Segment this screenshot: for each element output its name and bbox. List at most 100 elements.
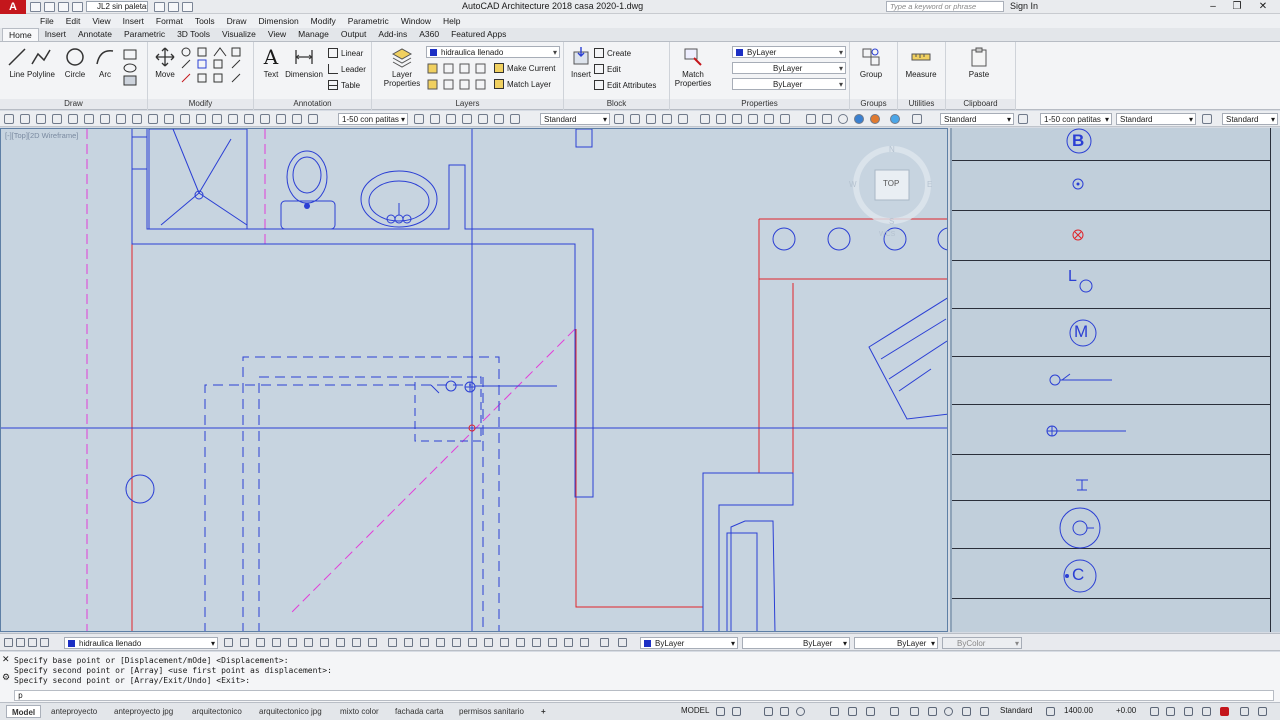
menu-window[interactable]: Window xyxy=(395,16,437,26)
osnap-icon[interactable] xyxy=(796,707,805,716)
workspace-dropdown[interactable]: JL2 sin paletas xyxy=(86,1,148,12)
layer-tool-21-icon[interactable] xyxy=(548,638,557,647)
make-current-button[interactable]: Make Current xyxy=(494,63,555,75)
layer-tool-20-icon[interactable] xyxy=(532,638,541,647)
pan-icon[interactable] xyxy=(614,114,624,124)
table-style-dropdown[interactable]: Standard xyxy=(1222,113,1278,125)
layer-tool-5-icon[interactable] xyxy=(288,638,297,647)
text-scale-icon[interactable] xyxy=(510,114,520,124)
layer-tool-7-icon[interactable] xyxy=(320,638,329,647)
zoom-realtime-icon[interactable] xyxy=(630,114,640,124)
layer-tool-13-icon[interactable] xyxy=(420,638,429,647)
transparency-icon[interactable] xyxy=(866,707,875,716)
auto-scale-icon[interactable] xyxy=(928,707,937,716)
layer-tool-18-icon[interactable] xyxy=(500,638,509,647)
create-block-button[interactable]: Create xyxy=(594,48,631,60)
small-circle-symbol-icon[interactable] xyxy=(1072,178,1084,190)
linetype-dropdown[interactable]: ByLayer xyxy=(732,62,846,74)
layer-tool-12-icon[interactable] xyxy=(404,638,413,647)
layer-lock-icon[interactable] xyxy=(28,638,37,647)
paste-button[interactable]: Paste xyxy=(962,46,996,79)
table-tool[interactable]: Table xyxy=(328,80,360,92)
quick-properties-icon[interactable] xyxy=(1202,707,1211,716)
selection-cycling-icon[interactable] xyxy=(890,707,899,716)
single-text-icon[interactable] xyxy=(462,114,472,124)
command-settings-icon[interactable]: ⚙ xyxy=(2,672,10,683)
layer-on-icon[interactable] xyxy=(4,638,13,647)
undo-icon[interactable] xyxy=(72,2,83,12)
ortho-icon[interactable] xyxy=(764,707,773,716)
units-icon[interactable] xyxy=(980,707,989,716)
layer-tool-16-icon[interactable] xyxy=(468,638,477,647)
dim-edit-icon[interactable] xyxy=(244,114,254,124)
tab-visualize[interactable]: Visualize xyxy=(216,28,262,41)
dim-aligned-icon[interactable] xyxy=(20,114,30,124)
layer-off-icon[interactable] xyxy=(780,114,790,124)
layer-freeze-icon[interactable] xyxy=(16,638,25,647)
dim-override-icon[interactable] xyxy=(308,114,318,124)
match-layer-button[interactable]: Match Layer xyxy=(494,79,551,91)
tab-featured-apps[interactable]: Featured Apps xyxy=(445,28,512,41)
text-tool[interactable]: A Text xyxy=(254,46,288,79)
tab-3d-tools[interactable]: 3D Tools xyxy=(171,28,216,41)
layer-tools-icon[interactable] xyxy=(426,62,490,92)
dim-style-manager-icon[interactable] xyxy=(1018,114,1028,124)
scale-dropdown[interactable]: 1-50 con patitas xyxy=(338,113,408,125)
zoom-window-icon[interactable] xyxy=(646,114,656,124)
palette-tool-c[interactable]: C xyxy=(1062,558,1098,594)
edit-attributes-button[interactable]: Edit Attributes xyxy=(594,80,656,92)
circle-tool[interactable]: Circle xyxy=(58,46,92,79)
menu-modify[interactable]: Modify xyxy=(305,16,342,26)
bottom-linetype-dropdown[interactable]: ByLayer xyxy=(742,637,850,649)
tab-annotate[interactable]: Annotate xyxy=(72,28,118,41)
dim-ordinate-icon[interactable] xyxy=(52,114,62,124)
tab-home[interactable]: Home xyxy=(2,28,39,41)
dim-text-edit-icon[interactable] xyxy=(260,114,270,124)
text-style-icon[interactable] xyxy=(430,114,440,124)
elevation-status[interactable]: 1400.00 xyxy=(1064,706,1093,715)
dim-diameter-icon[interactable] xyxy=(84,114,94,124)
zoom-previous-icon[interactable] xyxy=(662,114,672,124)
layer-tool-23-icon[interactable] xyxy=(580,638,589,647)
measure-button[interactable]: Measure xyxy=(904,46,938,79)
pick-text-style-icon[interactable] xyxy=(912,114,922,124)
text-style-dropdown[interactable]: Standard xyxy=(540,113,610,125)
sign-in-button[interactable]: Sign In xyxy=(1010,1,1038,11)
command-close-icon[interactable]: ✕ xyxy=(2,654,10,665)
modify-tools-icon[interactable] xyxy=(180,46,250,92)
orange-sphere-icon[interactable] xyxy=(870,114,880,124)
notification-icon[interactable] xyxy=(1220,707,1229,716)
clean-screen-icon[interactable] xyxy=(1184,707,1193,716)
layer-tool-8-icon[interactable] xyxy=(336,638,345,647)
tab-a360[interactable]: A360 xyxy=(413,28,445,41)
menu-view[interactable]: View xyxy=(86,16,116,26)
scale-style-status[interactable]: Standard xyxy=(1000,706,1032,715)
dim-style-icon[interactable] xyxy=(292,114,302,124)
tab-insert[interactable]: Insert xyxy=(39,28,72,41)
lineweight-icon[interactable] xyxy=(848,707,857,716)
tab-output[interactable]: Output xyxy=(335,28,373,41)
polyline-tool[interactable]: Polyline xyxy=(24,46,58,79)
viewcube-top-face[interactable]: TOP xyxy=(883,179,899,188)
outlet-circle-symbol-icon[interactable] xyxy=(1058,506,1102,550)
menu-dimension[interactable]: Dimension xyxy=(253,16,305,26)
plot-icon[interactable] xyxy=(154,2,165,12)
modify-panel-title[interactable]: Modify xyxy=(148,99,253,109)
dimension-tool[interactable]: Dimension xyxy=(284,46,324,79)
open-file-icon[interactable] xyxy=(44,2,55,12)
save-icon[interactable] xyxy=(58,2,69,12)
clipboard-panel-title[interactable]: Clipboard xyxy=(946,99,1015,109)
find-text-icon[interactable] xyxy=(478,114,488,124)
move-tool[interactable]: Move xyxy=(148,46,182,79)
palette-tool-l[interactable]: L xyxy=(1066,268,1096,298)
jogged-icon[interactable] xyxy=(228,114,238,124)
layer-state-icon[interactable] xyxy=(700,114,710,124)
palette-tool-m[interactable]: M xyxy=(1068,318,1098,348)
isolate-objects-icon[interactable] xyxy=(1150,707,1159,716)
layout-tab-mixto-color[interactable]: mixto color xyxy=(335,705,384,718)
viewcube-south[interactable]: S xyxy=(889,217,894,226)
layout-tab-arquitectonico[interactable]: arquitectonico xyxy=(187,705,247,718)
light-sphere-icon[interactable] xyxy=(890,114,900,124)
utilities-panel-title[interactable]: Utilities xyxy=(898,99,945,109)
layout-tab-anteproyecto[interactable]: anteproyecto xyxy=(46,705,102,718)
